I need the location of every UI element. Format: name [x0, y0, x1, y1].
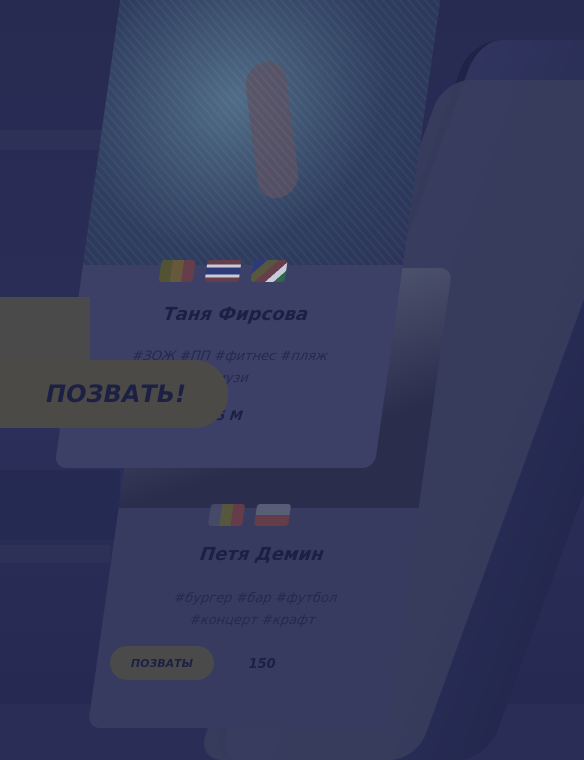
flags-row: [208, 504, 292, 526]
bg-stripe: [0, 545, 110, 563]
flag-icon: [254, 504, 292, 526]
profile-name: Петя Демин: [198, 544, 326, 565]
flag-icon: [204, 260, 242, 282]
cta-band: [0, 297, 90, 369]
profile-photo: [82, 0, 442, 265]
likes-count: 150: [248, 656, 276, 672]
flag-icon: [208, 504, 246, 526]
heart-icon[interactable]: ♡: [226, 656, 239, 672]
profile-name: Таня Фирсова: [162, 304, 310, 325]
likes-stat: ♡ 150: [226, 656, 276, 672]
invite-button[interactable]: ПОЗВАТЫ: [110, 646, 214, 680]
flag-icon: [158, 260, 196, 282]
app-scene: Петя Демин #бургер #бар #футбол #концерт…: [0, 0, 584, 760]
flags-row: [158, 260, 288, 282]
bg-stripe: [0, 470, 120, 540]
tags-line: #концерт #крафт: [188, 613, 317, 628]
swimmer-figure: [243, 57, 301, 203]
profile-tags: #бургер #бар #футбол #концерт #крафт: [101, 588, 407, 632]
tags-line: #бургер #бар #футбол: [173, 591, 339, 606]
invite-banner-button[interactable]: ПОЗВАТЬ!: [0, 360, 228, 428]
flag-icon: [250, 260, 288, 282]
